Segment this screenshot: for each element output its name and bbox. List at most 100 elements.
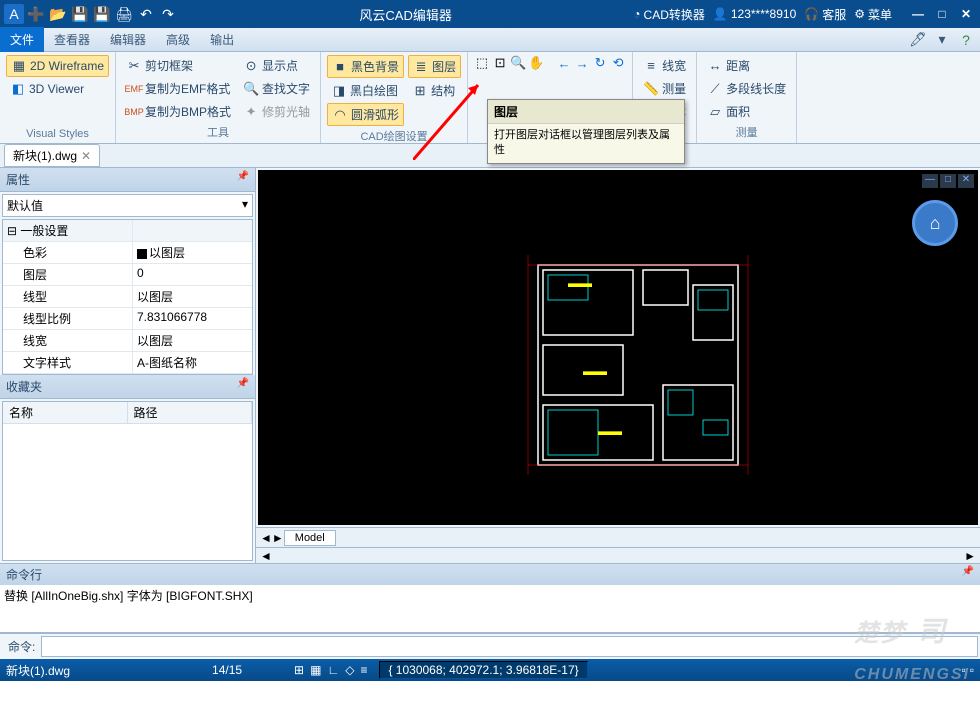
- search-icon: 🔍: [243, 81, 259, 97]
- show-point-button[interactable]: ⊙显示点: [239, 55, 314, 76]
- wireframe-button[interactable]: ▦2D Wireframe: [6, 55, 109, 77]
- menu-viewer[interactable]: 查看器: [44, 27, 100, 52]
- structure-button[interactable]: ⊞结构: [408, 80, 461, 101]
- favorites-header: 收藏夹📌: [0, 375, 255, 399]
- lineweight-icon[interactable]: ≡: [360, 663, 367, 677]
- fav-col-name[interactable]: 名称: [3, 402, 128, 423]
- group-tools: 工具: [122, 122, 314, 140]
- save-icon[interactable]: 💾: [70, 4, 90, 24]
- undo-icon[interactable]: ↶: [136, 4, 156, 24]
- layer-button[interactable]: ≣图层: [408, 55, 461, 78]
- prop-name: 图层: [3, 264, 133, 285]
- canvas-min-icon[interactable]: —: [922, 174, 938, 188]
- file-tab[interactable]: 新块(1).dwg✕: [4, 144, 100, 167]
- redo-icon[interactable]: ↷: [158, 4, 178, 24]
- menu-editor[interactable]: 编辑器: [100, 27, 156, 52]
- status-icon[interactable]: ▫: [970, 663, 974, 677]
- menu-button[interactable]: ⚙菜单: [854, 6, 892, 23]
- osnap-icon[interactable]: ◇: [345, 663, 354, 677]
- zoom-icon[interactable]: 🔍: [510, 55, 526, 71]
- properties-combo[interactable]: 默认值▾: [2, 194, 253, 217]
- pin-icon[interactable]: 📌: [237, 378, 249, 395]
- emf-button[interactable]: EMF复制为EMF格式: [122, 78, 235, 99]
- distance-button[interactable]: ↔距离: [703, 55, 790, 76]
- open-icon[interactable]: 📂: [48, 4, 68, 24]
- wireframe-icon: ▦: [11, 58, 27, 74]
- prop-name: 文字样式: [3, 352, 133, 373]
- svg-text:▬▬: ▬▬: [568, 276, 592, 290]
- pan-icon[interactable]: ✋: [528, 55, 544, 71]
- menu-output[interactable]: 输出: [200, 27, 244, 52]
- section-general[interactable]: ⊟ 一般设置: [3, 220, 133, 241]
- bmp-button[interactable]: BMP复制为BMP格式: [122, 101, 235, 122]
- converter-button[interactable]: ◔CAD转换器: [633, 6, 705, 23]
- redraw-icon[interactable]: ⟲: [610, 55, 626, 71]
- fav-col-path[interactable]: 路径: [128, 402, 253, 423]
- new-icon[interactable]: ➕: [26, 4, 46, 24]
- polyline-button[interactable]: ⟋多段线长度: [703, 78, 790, 99]
- canvas-close-icon[interactable]: ✕: [958, 174, 974, 188]
- properties-header: 属性📌: [0, 168, 255, 192]
- canvas-max-icon[interactable]: □: [940, 174, 956, 188]
- saveas-icon[interactable]: 💾: [92, 4, 112, 24]
- menubar: 文件 查看器 编辑器 高级 输出 🖊 ▾ ?: [0, 28, 980, 52]
- pin-icon[interactable]: 📌: [962, 566, 974, 583]
- watermark: 楚梦 司 CHUMENGSI: [854, 610, 970, 687]
- ortho-icon[interactable]: ∟: [327, 663, 339, 677]
- trim-glow-button[interactable]: ✦修剪光轴: [239, 101, 314, 122]
- snap-icon[interactable]: ⊞: [294, 663, 304, 677]
- prop-val[interactable]: 以图层: [133, 286, 252, 307]
- prop-val[interactable]: 以图层: [133, 330, 252, 351]
- group-cad-settings: CAD绘图设置: [327, 126, 461, 144]
- area-button[interactable]: ▱面积: [703, 101, 790, 122]
- bw-draw-button[interactable]: ◨黑白绘图: [327, 80, 404, 101]
- help-icon[interactable]: ?: [956, 30, 976, 50]
- crop-button[interactable]: ✂剪切框架: [122, 55, 235, 76]
- view-compass[interactable]: ⌂: [912, 200, 958, 246]
- command-header: 命令行📌: [0, 564, 980, 585]
- zoom-window-icon[interactable]: ⬚: [474, 55, 490, 71]
- refresh-icon[interactable]: ↻: [592, 55, 608, 71]
- smooth-arc-button[interactable]: ◠圆滑弧形: [327, 103, 404, 126]
- statusbar: 新块(1).dwg 14/15 ⊞ ▦ ∟ ◇ ≡ { 1030068; 402…: [0, 659, 980, 681]
- drawing-canvas[interactable]: — □ ✕ ⌂: [258, 170, 978, 525]
- polyline-icon: ⟋: [707, 81, 723, 97]
- measure-hide-button[interactable]: 📏测量: [639, 78, 690, 99]
- prop-val[interactable]: 7.831066778: [133, 308, 252, 329]
- zoom-extents-icon[interactable]: ⊡: [492, 55, 508, 71]
- grid-icon[interactable]: ▦: [310, 663, 321, 677]
- dropdown-icon[interactable]: ▾: [932, 30, 952, 50]
- find-text-button[interactable]: 🔍查找文字: [239, 78, 314, 99]
- structure-icon: ⊞: [412, 83, 428, 99]
- bw-icon: ◨: [331, 83, 347, 99]
- tab-prev-icon[interactable]: ◄: [260, 531, 272, 545]
- close-tab-icon[interactable]: ✕: [81, 149, 91, 163]
- distance-icon: ↔: [707, 58, 723, 74]
- prop-val[interactable]: 以图层: [133, 242, 252, 263]
- maximize-button[interactable]: □: [932, 5, 952, 23]
- model-tab[interactable]: Model: [284, 530, 336, 546]
- pin-icon[interactable]: 📌: [237, 171, 249, 188]
- status-coords: { 1030068; 402972.1; 3.96818E-17}: [379, 661, 587, 679]
- command-input[interactable]: [41, 636, 978, 657]
- black-bg-button[interactable]: ■黑色背景: [327, 55, 404, 78]
- user-label[interactable]: 👤123****8910: [713, 7, 796, 21]
- toolbar-icon[interactable]: 🖊: [908, 30, 928, 50]
- viewer3d-button[interactable]: ◧3D Viewer: [6, 79, 109, 99]
- print-icon[interactable]: 🖨: [114, 4, 134, 24]
- support-button[interactable]: 🎧客服: [804, 6, 846, 23]
- horizontal-scrollbar[interactable]: ◄►: [256, 547, 980, 563]
- arrow-left-icon[interactable]: ←: [556, 55, 572, 71]
- prop-val[interactable]: A-图纸名称: [133, 352, 252, 373]
- minimize-button[interactable]: —: [908, 5, 928, 23]
- close-button[interactable]: ✕: [956, 5, 976, 23]
- linewidth-button[interactable]: ≡线宽: [639, 55, 690, 76]
- svg-text:▬▬: ▬▬: [598, 424, 622, 438]
- prop-val[interactable]: 0: [133, 264, 252, 285]
- menu-advanced[interactable]: 高级: [156, 27, 200, 52]
- tab-next-icon[interactable]: ►: [272, 531, 284, 545]
- command-panel: 命令行📌 替换 [AllInOneBig.shx] 字体为 [BIGFONT.S…: [0, 563, 980, 659]
- arrow-right-icon[interactable]: →: [574, 55, 590, 71]
- trim-icon: ✦: [243, 104, 259, 120]
- menu-file[interactable]: 文件: [0, 27, 44, 52]
